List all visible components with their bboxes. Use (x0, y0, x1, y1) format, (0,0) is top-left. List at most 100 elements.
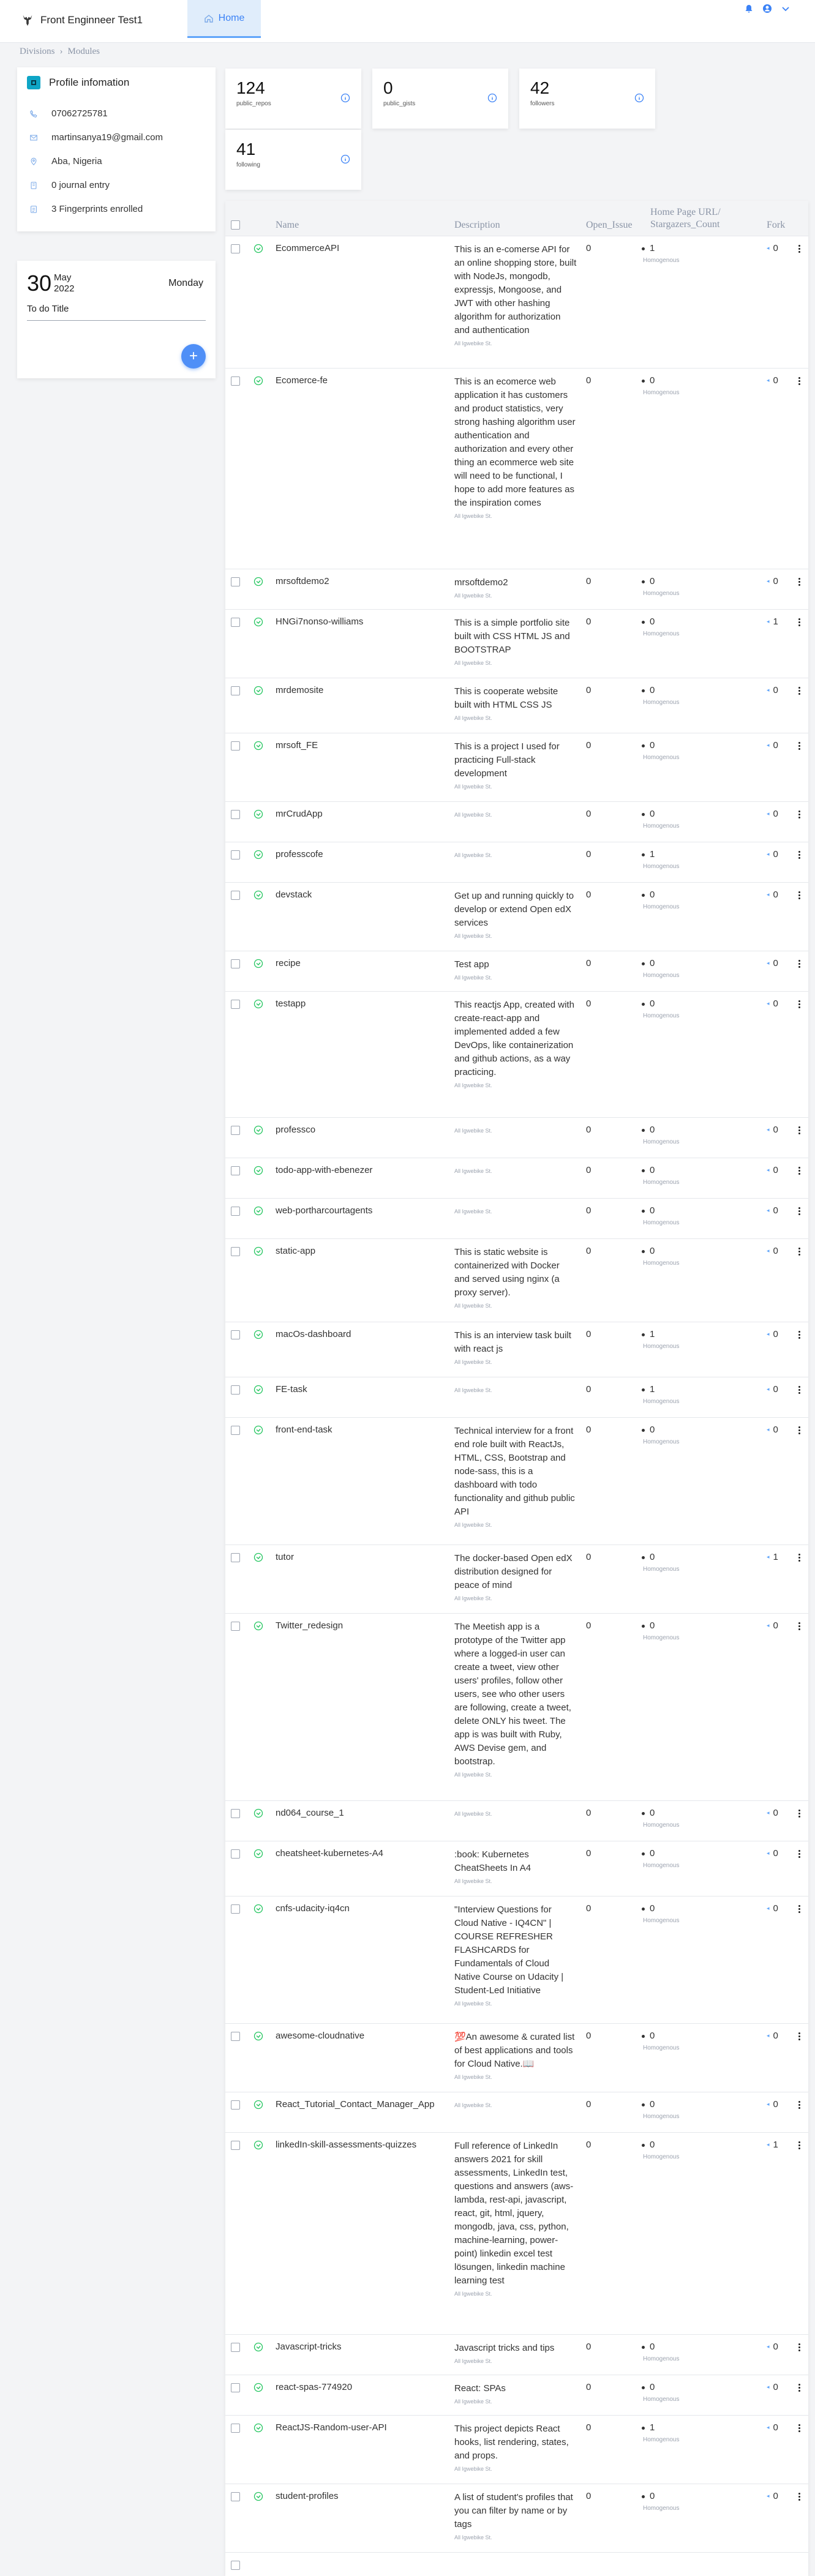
row-checkbox[interactable] (231, 2492, 240, 2501)
more-vertical-icon[interactable] (798, 2424, 801, 2433)
add-todo-button[interactable]: + (181, 344, 206, 369)
more-vertical-icon[interactable] (798, 1167, 801, 1175)
table-row[interactable]: linkedIn-skill-assessments-quizzes Full r… (225, 2133, 808, 2335)
table-row[interactable]: HNGi7nonso-williams This is a simple port… (225, 610, 808, 678)
table-row[interactable]: front-end-task Technical interview for a … (225, 1418, 808, 1545)
row-checkbox[interactable] (231, 1849, 240, 1859)
table-row[interactable]: todo-app-with-ebenezer All Igwebike St. 0 0… (225, 1158, 808, 1199)
table-row[interactable]: Javascript-tricks Javascript tricks and t… (225, 2335, 808, 2375)
repo-name[interactable]: EcommerceAPI (276, 243, 339, 253)
repo-name[interactable]: web-portharcourtagents (276, 1205, 372, 1216)
user-icon[interactable] (762, 4, 772, 13)
repo-name[interactable]: awesome-cloudnative (276, 2031, 364, 2041)
row-checkbox[interactable] (231, 1166, 240, 1175)
table-row[interactable]: devstack Get up and running quickly to de… (225, 883, 808, 951)
table-row[interactable] (225, 2553, 808, 2576)
repo-name[interactable]: static-app (276, 1246, 315, 1256)
table-row[interactable]: mrdemosite This is cooperate website buil… (225, 678, 808, 733)
repo-name[interactable]: tutor (276, 1552, 294, 1562)
row-checkbox[interactable] (231, 2032, 240, 2041)
row-checkbox[interactable] (231, 2561, 240, 2570)
table-row[interactable]: mrsoft_FE This is a project I used for pr… (225, 733, 808, 802)
select-all-checkbox[interactable] (231, 220, 240, 230)
repo-name[interactable]: React_Tutorial_Contact_Manager_App (276, 2099, 435, 2110)
row-checkbox[interactable] (231, 850, 240, 859)
info-icon[interactable] (487, 93, 497, 103)
repo-name[interactable]: devstack (276, 889, 312, 900)
repo-name[interactable]: mrdemosite (276, 685, 323, 695)
repo-name[interactable]: professcofe (276, 849, 323, 859)
repo-name[interactable]: FE-task (276, 1384, 307, 1395)
row-checkbox[interactable] (231, 1622, 240, 1631)
more-vertical-icon[interactable] (798, 1426, 801, 1435)
more-vertical-icon[interactable] (798, 2343, 801, 2352)
more-vertical-icon[interactable] (798, 578, 801, 586)
repo-name[interactable]: Javascript-tricks (276, 2342, 342, 2352)
more-vertical-icon[interactable] (798, 1386, 801, 1395)
more-vertical-icon[interactable] (798, 1248, 801, 1256)
row-checkbox[interactable] (231, 2383, 240, 2392)
more-vertical-icon[interactable] (798, 1331, 801, 1339)
repo-name[interactable]: professco (276, 1125, 315, 1135)
table-row[interactable]: Ecomerce-fe This is an ecomerce web appli… (225, 369, 808, 569)
row-checkbox[interactable] (231, 1385, 240, 1395)
table-row[interactable]: macOs-dashboard This is an interview task… (225, 1322, 808, 1377)
table-row[interactable]: React_Tutorial_Contact_Manager_App All Ig… (225, 2092, 808, 2133)
row-checkbox[interactable] (231, 1426, 240, 1435)
more-vertical-icon[interactable] (798, 245, 801, 253)
row-checkbox[interactable] (231, 577, 240, 586)
brand[interactable]: Front Enginneer Test1 (21, 13, 143, 27)
table-row[interactable]: mrsoftdemo2 mrsoftdemo2 All Igwebike St. 0 0… (225, 569, 808, 610)
row-checkbox[interactable] (231, 1330, 240, 1339)
table-row[interactable]: ReactJS-Random-user-API This project depi… (225, 2416, 808, 2484)
todo-title-input[interactable]: To do Title (27, 304, 206, 321)
repo-name[interactable]: ReactJS-Random-user-API (276, 2422, 387, 2433)
table-row[interactable]: tutor The docker-based Open edX distribut… (225, 1545, 808, 1614)
repo-name[interactable]: linkedIn-skill-assessments-quizzes (276, 2140, 416, 2150)
notification-icon[interactable] (744, 4, 754, 13)
more-vertical-icon[interactable] (798, 891, 801, 900)
more-vertical-icon[interactable] (798, 1810, 801, 1818)
row-checkbox[interactable] (231, 2141, 240, 2150)
breadcrumb-divisions[interactable]: Divisions (20, 47, 55, 57)
repo-name[interactable]: student-profiles (276, 2491, 339, 2501)
more-vertical-icon[interactable] (798, 1622, 801, 1631)
row-checkbox[interactable] (231, 1000, 240, 1009)
row-checkbox[interactable] (231, 810, 240, 819)
table-row[interactable]: cheatsheet-kubernetes-A4:book: Kubernete… (225, 1841, 808, 1896)
repo-name[interactable]: react-spas-774920 (276, 2382, 352, 2392)
row-checkbox[interactable] (231, 1553, 240, 1562)
more-vertical-icon[interactable] (798, 687, 801, 695)
row-checkbox[interactable] (231, 959, 240, 968)
row-checkbox[interactable] (231, 2100, 240, 2110)
breadcrumb-modules[interactable]: Modules (68, 47, 100, 57)
info-icon[interactable] (340, 93, 350, 103)
more-vertical-icon[interactable] (798, 2384, 801, 2392)
more-vertical-icon[interactable] (798, 1905, 801, 1914)
repo-name[interactable]: Twitter_redesign (276, 1620, 343, 1631)
table-row[interactable]: EcommerceAPI This is an e-comerse API for… (225, 236, 808, 369)
more-vertical-icon[interactable] (798, 2101, 801, 2110)
more-vertical-icon[interactable] (798, 2032, 801, 2041)
repo-name[interactable]: mrsoftdemo2 (276, 576, 329, 586)
table-row[interactable]: professco All Igwebike St. 0 0 Homogenous ◂ 0 (225, 1118, 808, 1158)
more-vertical-icon[interactable] (798, 1207, 801, 1216)
row-checkbox[interactable] (231, 891, 240, 900)
row-checkbox[interactable] (231, 2424, 240, 2433)
repo-name[interactable]: recipe (276, 958, 301, 968)
more-vertical-icon[interactable] (798, 742, 801, 751)
row-checkbox[interactable] (231, 244, 240, 253)
row-checkbox[interactable] (231, 376, 240, 386)
more-vertical-icon[interactable] (798, 1000, 801, 1009)
more-vertical-icon[interactable] (798, 2141, 801, 2150)
table-row[interactable]: cnfs-udacity-iq4cn "Interview Questions f… (225, 1896, 808, 2024)
header-open-issue[interactable]: Open_Issue (586, 220, 633, 231)
chevron-down-icon[interactable] (781, 4, 791, 13)
header-fork[interactable]: Fork (767, 220, 785, 231)
more-vertical-icon[interactable] (798, 1554, 801, 1562)
more-vertical-icon[interactable] (798, 618, 801, 627)
repo-name[interactable]: HNGi7nonso-williams (276, 616, 363, 627)
table-row[interactable]: awesome-cloudnative 💯An awesome & curated… (225, 2024, 808, 2092)
repo-name[interactable]: cheatsheet-kubernetes-A4 (276, 1848, 383, 1859)
repo-name[interactable]: macOs-dashboard (276, 1329, 351, 1339)
